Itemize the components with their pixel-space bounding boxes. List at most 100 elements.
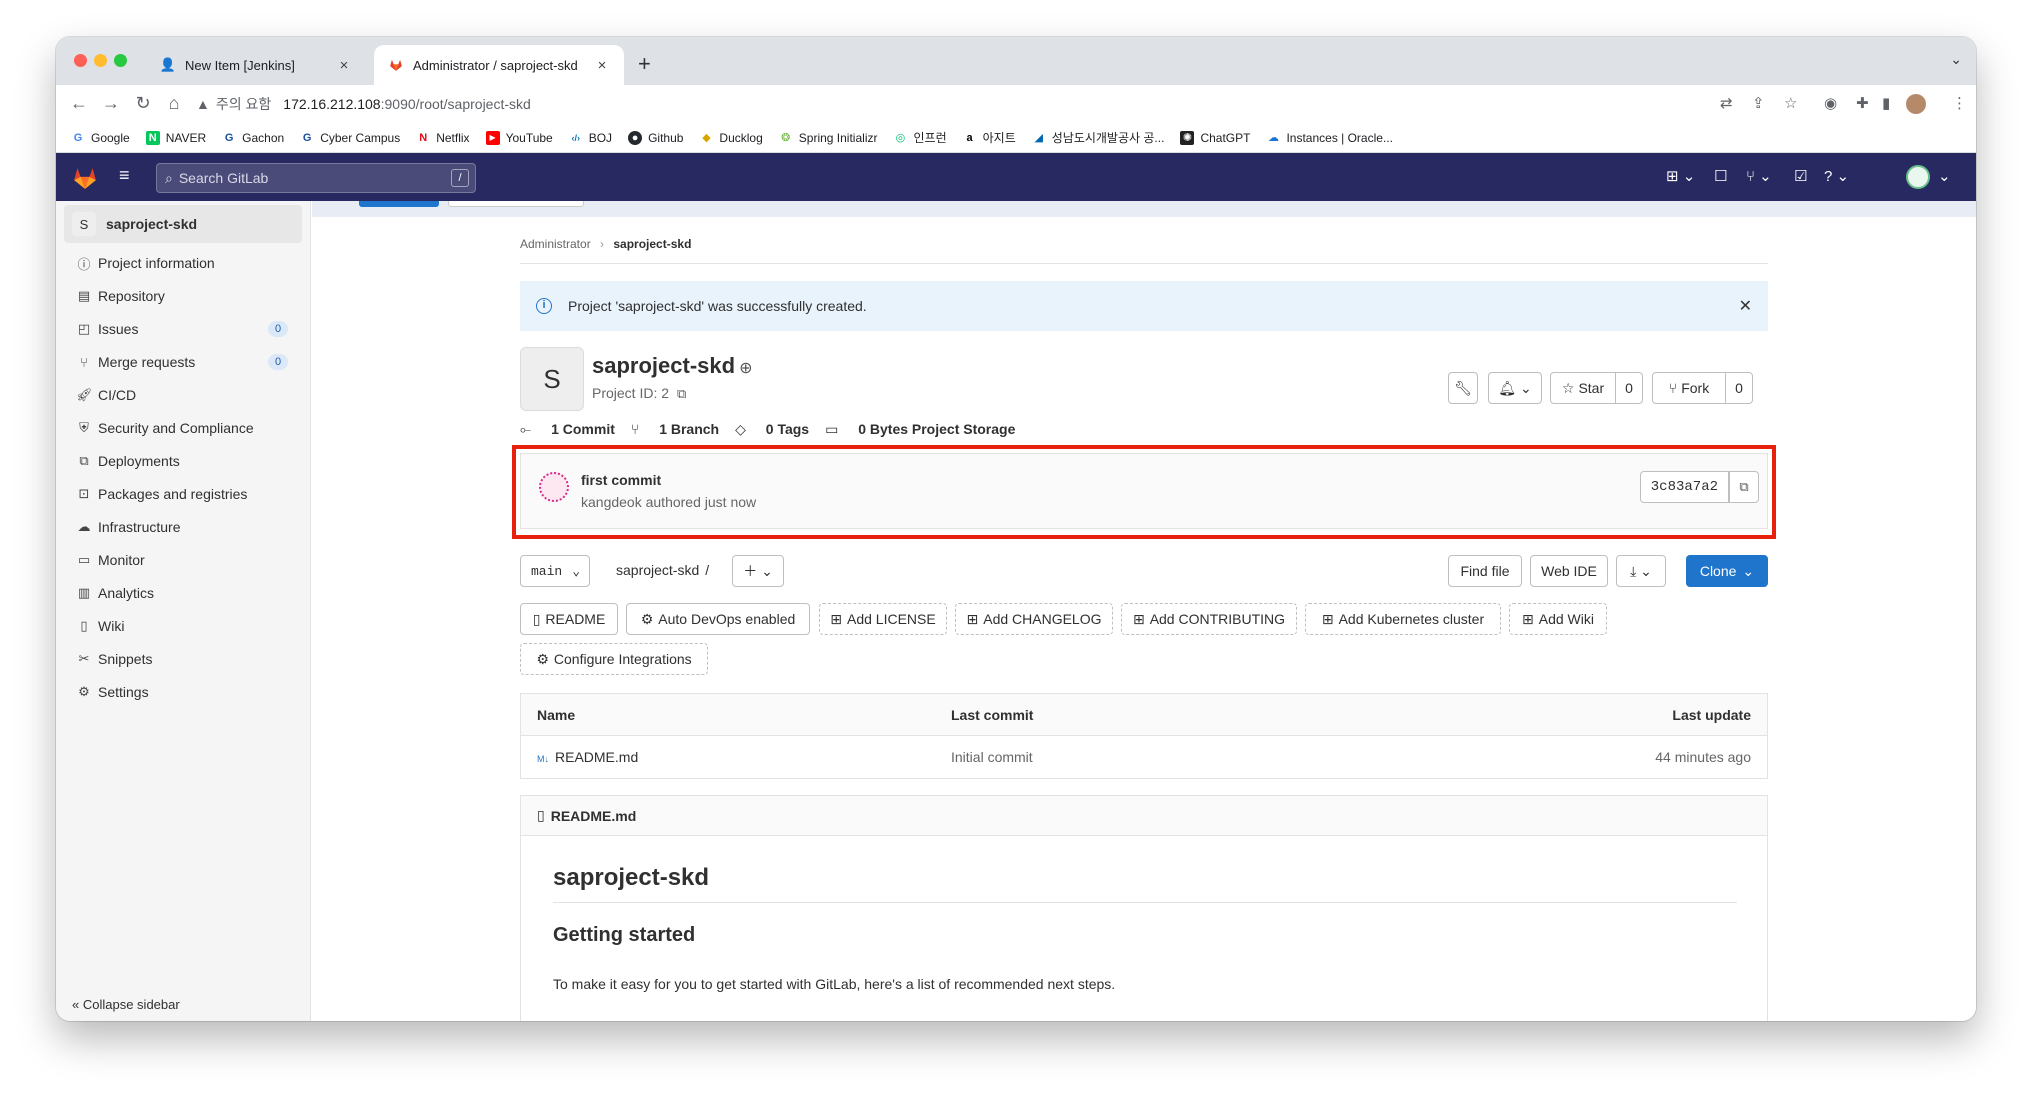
back-arrow-icon[interactable]: ← [68, 93, 90, 114]
side-panel-icon[interactable]: ▮ [1882, 94, 1890, 112]
auto-devops-button[interactable]: ⚙ Auto DevOps enabled [626, 603, 810, 635]
sidebar-item-merge-requests[interactable]: ⑂ Merge requests 0 [64, 346, 302, 378]
maximize-window-button[interactable] [114, 54, 127, 67]
project-stats: ⟜ 1 Commit ⑂ 1 Branch ◇ 0 Tags ▭ 0 Bytes… [520, 421, 1031, 438]
extensions-icon[interactable]: ✚ [1856, 94, 1869, 112]
file-name-link[interactable]: M↓ README.md [537, 749, 638, 765]
sidebar-item-analytics[interactable]: ▥ Analytics [64, 577, 302, 609]
add-kubernetes-button[interactable]: ⊞ Add Kubernetes cluster [1305, 603, 1501, 635]
add-wiki-button[interactable]: ⊞ Add Wiki [1509, 603, 1607, 635]
commits-link[interactable]: ⟜ 1 Commit [520, 421, 615, 438]
star-button[interactable]: ☆ Star [1550, 372, 1616, 404]
wrench-button[interactable]: 🔧︎ [1448, 372, 1478, 404]
add-changelog-button[interactable]: ⊞ Add CHANGELOG [955, 603, 1113, 635]
branch-selector[interactable]: main ⌄ [520, 555, 590, 587]
bookmark-inflearn[interactable]: ◎ 인프런 [893, 129, 947, 146]
fork-button[interactable]: ⑂ Fork [1652, 372, 1726, 404]
hamburger-menu-icon[interactable]: ≡ [119, 165, 130, 186]
tags-link[interactable]: ◇ 0 Tags [735, 421, 809, 438]
add-to-tree-button[interactable]: ＋ ⌄ [732, 555, 784, 587]
sidebar-project-context[interactable]: S saproject-skd [64, 205, 302, 243]
bookmark-spring-initializr[interactable]: ❂ Spring Initializr [779, 131, 877, 145]
close-window-button[interactable] [74, 54, 87, 67]
bookmark-google[interactable]: G Google [71, 131, 130, 145]
info-icon: ⓘ [77, 256, 91, 272]
sidebar-item-security[interactable]: ⛨ Security and Compliance [64, 412, 302, 444]
monitor-icon: ▭ [77, 552, 91, 567]
bookmark-github[interactable]: ● Github [628, 130, 683, 145]
add-license-button[interactable]: ⊞ Add LICENSE [819, 603, 947, 635]
tab-jenkins[interactable]: 👤 New Item [Jenkins] × [146, 45, 366, 85]
project-avatar: S [72, 212, 96, 236]
help-icon[interactable]: ? ⌄ [1824, 167, 1849, 185]
issues-icon[interactable]: ☐ [1714, 167, 1727, 185]
sidebar-item-monitor[interactable]: ▭ Monitor [64, 544, 302, 576]
branches-link[interactable]: ⑂ 1 Branch [631, 421, 719, 438]
new-tab-button[interactable]: + [638, 51, 651, 77]
add-contributing-button[interactable]: ⊞ Add CONTRIBUTING [1121, 603, 1297, 635]
bookmark-naver[interactable]: N NAVER [145, 130, 206, 145]
sidebar-item-packages[interactable]: ⊡ Packages and registries [64, 478, 302, 510]
reload-icon[interactable]: ↻ [132, 93, 154, 114]
todos-icon[interactable]: ☑ [1794, 167, 1807, 185]
sidebar-item-repository[interactable]: ▤ Repository [64, 280, 302, 312]
close-tab-icon[interactable]: × [594, 57, 610, 74]
close-icon[interactable]: ✕ [1739, 296, 1752, 316]
search-input[interactable]: ⌕ Search GitLab / [156, 163, 476, 193]
bookmark-boj[interactable]: ‹/› BOJ [569, 131, 612, 145]
readme-button[interactable]: ▯ README [520, 603, 618, 635]
forward-arrow-icon[interactable]: → [100, 93, 122, 114]
minimize-window-button[interactable] [94, 54, 107, 67]
address-bar[interactable]: ▲ 주의 요함 172.16.212.108:9090/root/saproje… [196, 89, 1716, 119]
row-commit-link[interactable]: Initial commit [951, 749, 1033, 765]
bookmark-agit[interactable]: a 아지트 [963, 129, 1016, 146]
sidebar-item-project-information[interactable]: ⓘ Project information [64, 247, 302, 279]
table-row[interactable]: M↓ README.md Initial commit 44 minutes ag… [521, 736, 1767, 778]
configure-integrations-button[interactable]: ⚙ Configure Integrations [520, 643, 708, 675]
copy-icon[interactable]: ⧉ [677, 386, 686, 401]
sidebar-item-settings[interactable]: ⚙ Settings [64, 676, 302, 708]
bookmark-youtube[interactable]: ▶ YouTube [485, 130, 553, 145]
repo-path-link[interactable]: saproject-skd [616, 562, 699, 578]
bookmark-oracle[interactable]: ☁ Instances | Oracle... [1266, 131, 1393, 145]
share-icon[interactable]: ⇪ [1752, 94, 1765, 112]
merge-requests-icon[interactable]: ⑂ ⌄ [1746, 167, 1772, 185]
sidebar-item-infrastructure[interactable]: ☁ Infrastructure [64, 511, 302, 543]
bookmark-gachon[interactable]: G Gachon [222, 131, 284, 145]
sidebar-item-issues[interactable]: ◰ Issues 0 [64, 313, 302, 345]
chevron-down-icon[interactable]: ⌄ [1938, 167, 1951, 185]
tab-search-chevron-icon[interactable]: ⌄ [1950, 51, 1962, 68]
close-tab-icon[interactable]: × [336, 57, 352, 74]
row-updated: 44 minutes ago [1655, 749, 1751, 765]
breadcrumb-parent[interactable]: Administrator [520, 237, 591, 251]
star-count[interactable]: 0 [1615, 372, 1643, 404]
clone-button[interactable]: Clone ⌄ [1686, 555, 1768, 587]
sidebar-item-wiki[interactable]: ▯ Wiki [64, 610, 302, 642]
find-file-button[interactable]: Find file [1448, 555, 1522, 587]
sidebar-item-ci-cd[interactable]: 🚀︎ CI/CD [64, 379, 302, 411]
bookmark-cyber-campus[interactable]: G Cyber Campus [300, 131, 400, 145]
collapse-sidebar-button[interactable]: « Collapse sidebar [72, 997, 180, 1012]
bookmark-chatgpt[interactable]: ✺ ChatGPT [1180, 130, 1250, 145]
sidebar-item-snippets[interactable]: ✂ Snippets [64, 643, 302, 675]
download-button[interactable]: ⤓ ⌄ [1616, 555, 1666, 587]
bookmark-seongnam[interactable]: ◢ 성남도시개발공사 공... [1032, 129, 1165, 146]
github-icon: ● [628, 130, 643, 145]
user-avatar[interactable] [1906, 165, 1930, 189]
bookmark-netflix[interactable]: N Netflix [416, 131, 469, 145]
gitlab-logo-icon[interactable] [72, 165, 98, 196]
bookmark-ducklog[interactable]: ◆ Ducklog [699, 131, 763, 145]
browser-menu-icon[interactable]: ⋮ [1952, 94, 1967, 112]
sidebar-item-deployments[interactable]: ⧉ Deployments [64, 445, 302, 477]
translate-icon[interactable]: ⇄ [1720, 94, 1733, 112]
home-icon[interactable]: ⌂ [163, 93, 185, 114]
web-ide-button[interactable]: Web IDE [1530, 555, 1608, 587]
profile-avatar[interactable] [1906, 94, 1926, 114]
notifications-button[interactable]: 🔔︎ ⌄ [1488, 372, 1542, 404]
bookmark-star-icon[interactable]: ☆ [1784, 94, 1797, 112]
camera-icon[interactable]: ◉ [1824, 94, 1837, 112]
create-new-icon[interactable]: ⊞ ⌄ [1666, 167, 1695, 185]
tab-gitlab[interactable]: Administrator / saproject-skd × [374, 45, 624, 85]
fork-count[interactable]: 0 [1725, 372, 1753, 404]
breadcrumb-current[interactable]: saproject-skd [613, 237, 691, 251]
